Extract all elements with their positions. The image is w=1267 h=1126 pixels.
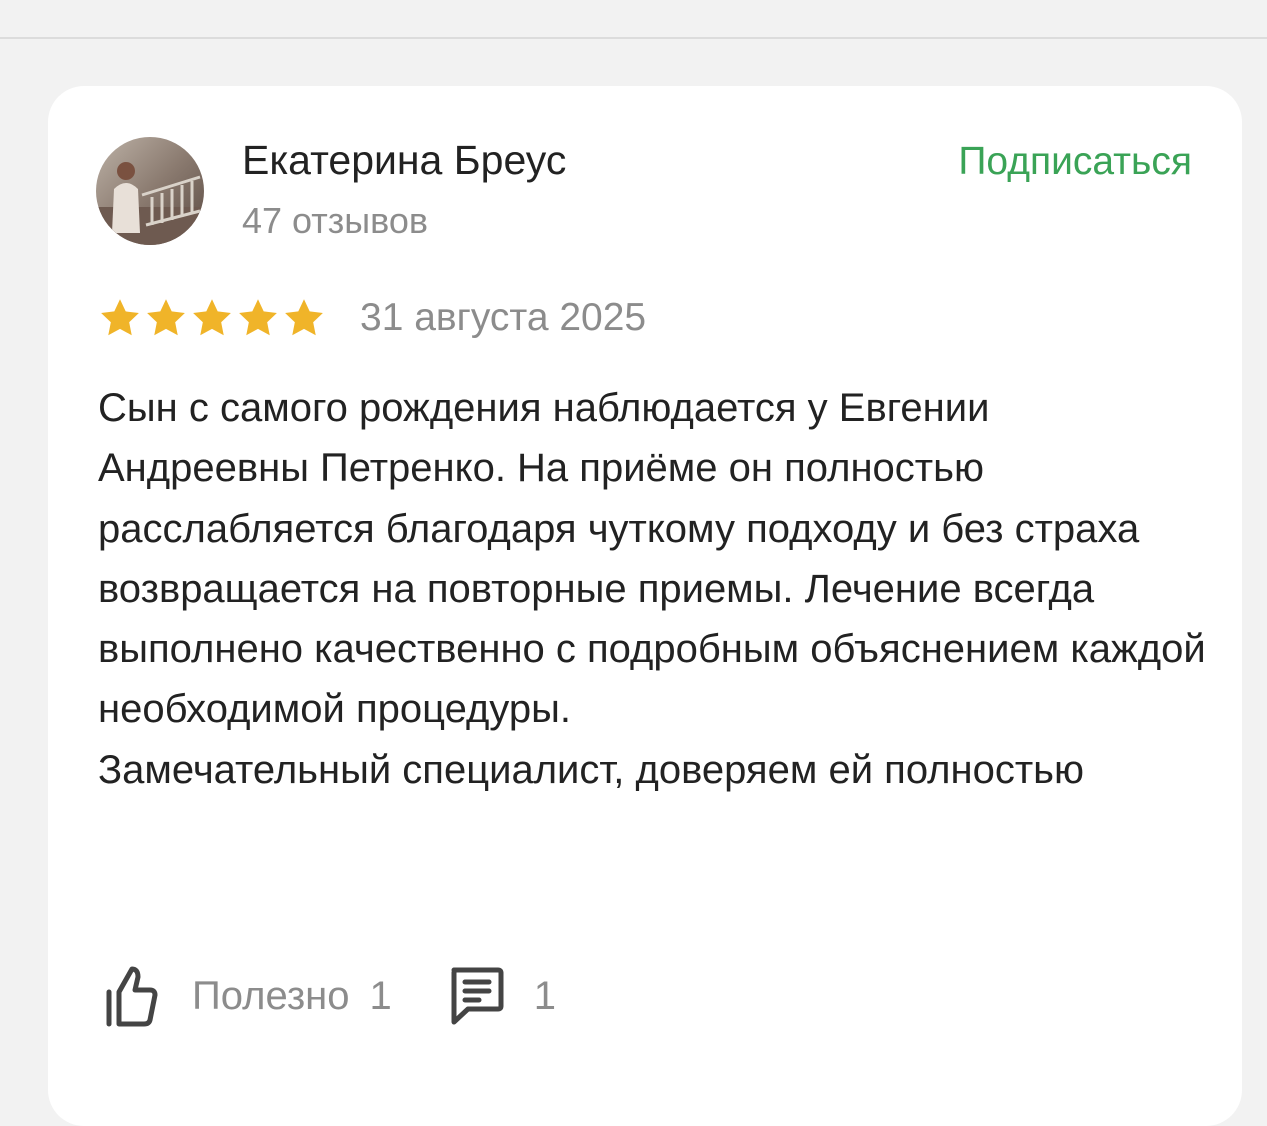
subscribe-button[interactable]: Подписаться bbox=[958, 138, 1192, 186]
thumb-up-icon bbox=[106, 966, 158, 1027]
review-card: Екатерина Бреус 47 отзывов Подписаться 3… bbox=[48, 86, 1242, 1126]
useful-button[interactable]: Полезно 1 bbox=[104, 964, 392, 1028]
star-icon bbox=[239, 299, 277, 336]
review-date: 31 августа 2025 bbox=[360, 296, 647, 339]
comment-icon bbox=[451, 967, 504, 1025]
star-icon bbox=[193, 299, 231, 336]
author-avatar[interactable] bbox=[96, 137, 204, 245]
useful-count: 1 bbox=[369, 974, 392, 1018]
comments-button[interactable]: 1 bbox=[448, 966, 556, 1026]
review-paragraph: Замечательный специалист, доверяем ей по… bbox=[98, 747, 1085, 792]
author-review-count: 47 отзывов bbox=[242, 200, 429, 241]
avatar-photo-icon bbox=[96, 137, 204, 245]
useful-label: Полезно bbox=[192, 974, 350, 1018]
star-icon bbox=[147, 299, 185, 336]
review-actions: Полезно 1 1 bbox=[104, 964, 556, 1028]
comments-count: 1 bbox=[533, 974, 556, 1018]
top-divider bbox=[0, 37, 1267, 39]
star-icon bbox=[101, 299, 139, 336]
review-text: Сын с самого рождения наблюдается у Евге… bbox=[98, 378, 1208, 800]
review-paragraph: Сын с самого рождения наблюдается у Евге… bbox=[98, 386, 1206, 732]
star-icon bbox=[285, 299, 323, 336]
author-name[interactable]: Екатерина Бреус bbox=[242, 136, 566, 184]
star-rating bbox=[98, 296, 326, 340]
